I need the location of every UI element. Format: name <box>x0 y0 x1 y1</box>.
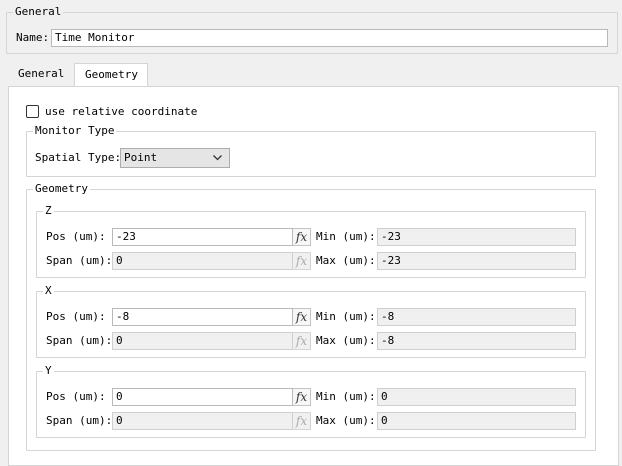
y-span-input[interactable]: 0 <box>112 412 293 430</box>
x-max-field: -8 <box>377 332 576 350</box>
x-max-label: Max (um): <box>316 334 376 347</box>
y-pos-input[interactable]: 0 <box>112 388 293 406</box>
z-span-input[interactable]: 0 <box>112 252 293 270</box>
x-pos-fx-button[interactable]: fx <box>293 308 311 326</box>
relative-coordinate-label[interactable]: use relative coordinate <box>45 105 197 119</box>
axis-z-legend: Z <box>45 204 52 217</box>
z-min-field: -23 <box>377 228 576 246</box>
y-span-label: Span (um): <box>46 414 113 427</box>
axis-y-legend: Y <box>45 364 52 377</box>
x-min-label: Min (um): <box>316 310 376 323</box>
x-pos-input[interactable]: -8 <box>112 308 293 326</box>
x-span-label: Span (um): <box>46 334 113 347</box>
z-span-fx-button: fx <box>293 252 311 270</box>
name-label: Name: <box>16 31 50 44</box>
spatial-type-value: Point <box>124 151 158 164</box>
geometry-group-legend: Geometry <box>35 182 88 195</box>
x-pos-label: Pos (um): <box>46 310 106 323</box>
x-span-input[interactable]: 0 <box>112 332 293 350</box>
x-span-fx-button: fx <box>293 332 311 350</box>
general-group-legend: General <box>15 5 62 18</box>
z-pos-input[interactable]: -23 <box>112 228 293 246</box>
tab-geometry[interactable]: Geometry <box>74 63 148 87</box>
y-max-field: 0 <box>377 412 576 430</box>
name-field[interactable]: Time Monitor <box>51 29 608 47</box>
spatial-type-label: Spatial Type: <box>35 151 122 164</box>
chevron-down-icon <box>213 155 222 161</box>
z-min-label: Min (um): <box>316 230 376 243</box>
z-max-label: Max (um): <box>316 254 376 267</box>
y-min-field: 0 <box>377 388 576 406</box>
z-pos-label: Pos (um): <box>46 230 106 243</box>
z-span-label: Span (um): <box>46 254 113 267</box>
tab-general[interactable]: General <box>8 63 74 87</box>
y-pos-fx-button[interactable]: fx <box>293 388 311 406</box>
relative-coordinate-checkbox[interactable] <box>26 105 39 118</box>
spatial-type-select[interactable]: Point <box>120 148 230 168</box>
z-max-field: -23 <box>377 252 576 270</box>
y-span-fx-button: fx <box>293 412 311 430</box>
y-pos-label: Pos (um): <box>46 390 106 403</box>
z-pos-fx-button[interactable]: fx <box>293 228 311 246</box>
x-min-field: -8 <box>377 308 576 326</box>
y-max-label: Max (um): <box>316 414 376 427</box>
monitor-type-legend: Monitor Type <box>35 124 115 137</box>
axis-x-legend: X <box>45 284 52 297</box>
y-min-label: Min (um): <box>316 390 376 403</box>
